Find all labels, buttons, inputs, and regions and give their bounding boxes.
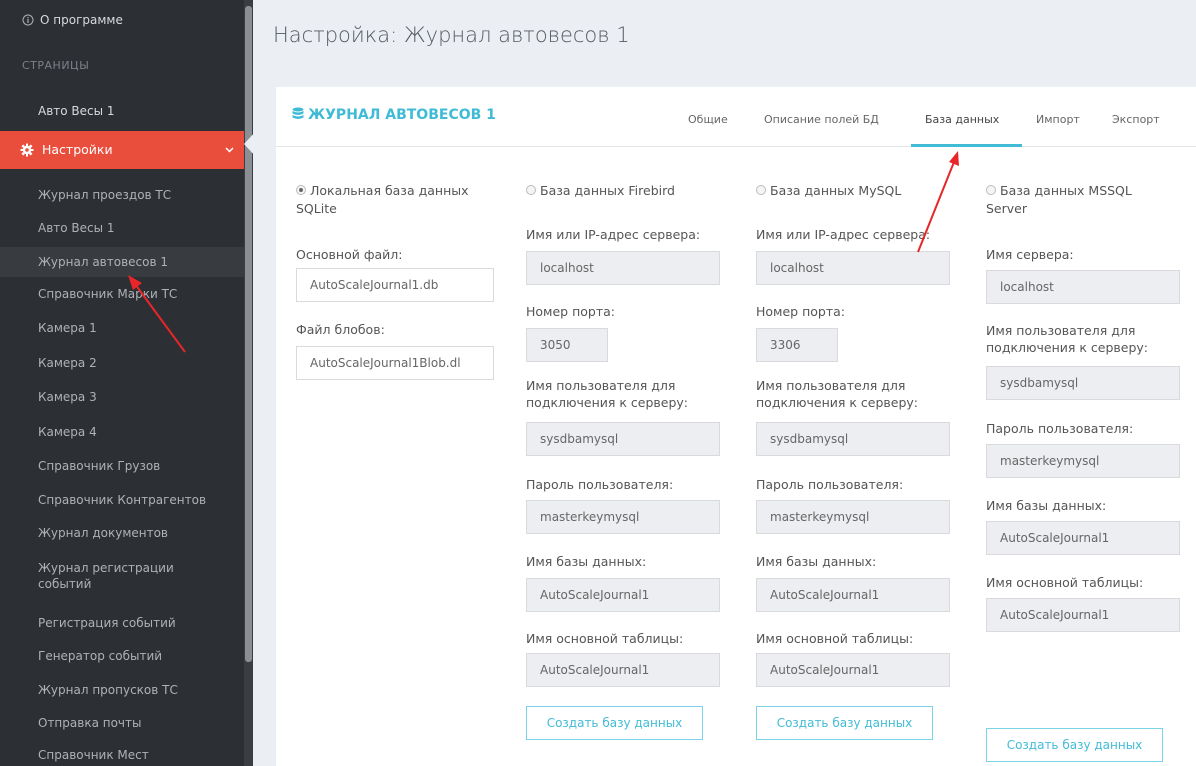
sidebar-item-about[interactable]: О программе (0, 12, 244, 28)
sidebar-item-cargo[interactable]: Справочник Грузов (0, 458, 244, 474)
panel-title-text: ЖУРНАЛ АВТОВЕСОВ 1 (308, 107, 496, 123)
sidebar-item-event-generator[interactable]: Генератор событий (0, 648, 244, 664)
tab-db-fields[interactable]: Описание полей БД (764, 113, 879, 147)
firebird-user-input[interactable]: sysdbamysql (526, 422, 720, 456)
sidebar-item-places[interactable]: Справочник Мест (0, 747, 244, 763)
mysql-option[interactable]: База данных MySQL (756, 182, 901, 200)
firebird-port-input[interactable]: 3050 (526, 328, 608, 362)
sidebar-item-camera-3[interactable]: Камера 3 (0, 389, 244, 405)
mssql-create-db-button[interactable]: Создать базу данных (986, 728, 1163, 762)
panel-title: ЖУРНАЛ АВТОВЕСОВ 1 (292, 107, 496, 123)
mssql-user-label: Имя пользователя для подключения к серве… (986, 323, 1149, 355)
firebird-radio[interactable] (526, 185, 536, 195)
mssql-user-input[interactable]: sysdbamysql (986, 366, 1180, 400)
gear-icon (20, 143, 34, 157)
sidebar-item-camera-1[interactable]: Камера 1 (0, 320, 244, 336)
sidebar-item-camera-4[interactable]: Камера 4 (0, 424, 244, 440)
tab-database[interactable]: База данных (911, 113, 1022, 147)
firebird-table-input[interactable]: AutoScaleJournal1 (526, 653, 720, 687)
sidebar-section-header: СТРАНИЦЫ (22, 59, 90, 72)
sidebar-item-label: О программе (40, 13, 123, 27)
mssql-server-label: Имя сервера: (986, 247, 1074, 262)
mysql-radio[interactable] (756, 185, 766, 195)
mssql-radio[interactable] (986, 185, 996, 195)
sqlite-option[interactable]: Локальная база данных SQLite (296, 182, 501, 218)
firebird-db-label: Имя базы данных: (526, 554, 647, 569)
sidebar-item-settings[interactable]: Настройки (0, 131, 244, 169)
mssql-db-input[interactable]: AutoScaleJournal1 (986, 521, 1180, 555)
mssql-server-input[interactable]: localhost (986, 270, 1180, 304)
firebird-server-input[interactable]: localhost (526, 251, 720, 285)
sidebar-item-documents[interactable]: Журнал документов (0, 525, 244, 541)
database-icon (292, 107, 304, 119)
sidebar-item-camera-2[interactable]: Камера 2 (0, 355, 244, 371)
sidebar-item-mail[interactable]: Отправка почты (0, 715, 244, 731)
firebird-password-input[interactable]: masterkeymysql (526, 500, 720, 534)
mysql-password-input[interactable]: masterkeymysql (756, 500, 950, 534)
mysql-db-label: Имя базы данных: (756, 554, 877, 569)
mssql-table-input[interactable]: AutoScaleJournal1 (986, 598, 1180, 632)
main-file-input[interactable]: AutoScaleJournal1.db (296, 268, 494, 302)
sidebar-item-passes-log[interactable]: Журнал пропусков ТС (0, 682, 244, 698)
mssql-table-label: Имя основной таблицы: (986, 575, 1144, 590)
mssql-radio-label: База данных MSSQL Server (986, 183, 1132, 216)
mysql-create-db-button[interactable]: Создать базу данных (756, 706, 933, 740)
mysql-server-input[interactable]: localhost (756, 251, 950, 285)
sqlite-radio[interactable] (296, 185, 306, 195)
sidebar-item-label: Настройки (42, 142, 113, 157)
active-menu-notch (244, 131, 256, 157)
firebird-password-label: Пароль пользователя: (526, 477, 674, 492)
firebird-server-label: Имя или IP-адрес сервера: (526, 227, 701, 242)
main-file-label: Основной файл: (296, 247, 403, 262)
sidebar-item-vehicle-log[interactable]: Журнал проездов ТС (0, 187, 244, 203)
firebird-table-label: Имя основной таблицы: (526, 631, 684, 646)
firebird-user-label: Имя пользователя для подключения к серве… (526, 378, 689, 410)
page-title: Настройка: Журнал автовесов 1 (273, 23, 630, 47)
sidebar-item-event-log[interactable]: Журнал регистрации событий (0, 560, 210, 592)
sqlite-radio-label: Локальная база данных SQLite (296, 183, 469, 216)
sidebar-scrollbar-thumb[interactable] (245, 6, 252, 662)
firebird-radio-label: База данных Firebird (540, 183, 675, 198)
mysql-db-input[interactable]: AutoScaleJournal1 (756, 578, 950, 612)
mssql-option[interactable]: База данных MSSQL Server (986, 182, 1176, 218)
mysql-port-label: Номер порта: (756, 304, 845, 319)
sidebar-item-auto-scales[interactable]: Авто Весы 1 (0, 103, 244, 119)
tab-import[interactable]: Импорт (1036, 113, 1080, 147)
mssql-password-label: Пароль пользователя: (986, 421, 1134, 436)
info-icon (22, 14, 34, 26)
sidebar-item-counterparties[interactable]: Справочник Контрагентов (0, 492, 244, 508)
blob-file-input[interactable]: AutoScaleJournal1Blob.dl (296, 346, 494, 380)
mysql-user-input[interactable]: sysdbamysql (756, 422, 950, 456)
tab-general[interactable]: Общие (688, 113, 728, 147)
tab-export[interactable]: Экспорт (1112, 113, 1160, 147)
firebird-port-label: Номер порта: (526, 304, 615, 319)
blob-file-label: Файл блобов: (296, 322, 385, 337)
chevron-down-icon (225, 147, 234, 153)
mysql-radio-label: База данных MySQL (770, 183, 902, 198)
sidebar-item-vehicle-brands[interactable]: Справочник Марки ТС (0, 286, 244, 302)
panel-header: ЖУРНАЛ АВТОВЕСОВ 1 Общие Описание полей … (276, 87, 1196, 147)
firebird-create-db-button[interactable]: Создать базу данных (526, 706, 703, 740)
mssql-password-input[interactable]: masterkeymysql (986, 444, 1180, 478)
mysql-port-input[interactable]: 3306 (756, 328, 838, 362)
mysql-server-label: Имя или IP-адрес сервера: (756, 227, 931, 242)
sidebar: О программе СТРАНИЦЫ Авто Весы 1 Настрой… (0, 0, 253, 766)
sidebar-item-scales-journal[interactable]: Журнал автовесов 1 (0, 247, 244, 277)
firebird-option[interactable]: База данных Firebird (526, 182, 675, 200)
mssql-db-label: Имя базы данных: (986, 498, 1107, 513)
mysql-table-input[interactable]: AutoScaleJournal1 (756, 653, 950, 687)
sidebar-item-auto-scales-sub[interactable]: Авто Весы 1 (0, 220, 244, 236)
sidebar-item-event-registration[interactable]: Регистрация событий (0, 615, 244, 631)
mysql-table-label: Имя основной таблицы: (756, 631, 914, 646)
mysql-password-label: Пароль пользователя: (756, 477, 904, 492)
mysql-user-label: Имя пользователя для подключения к серве… (756, 378, 919, 410)
firebird-db-input[interactable]: AutoScaleJournal1 (526, 578, 720, 612)
